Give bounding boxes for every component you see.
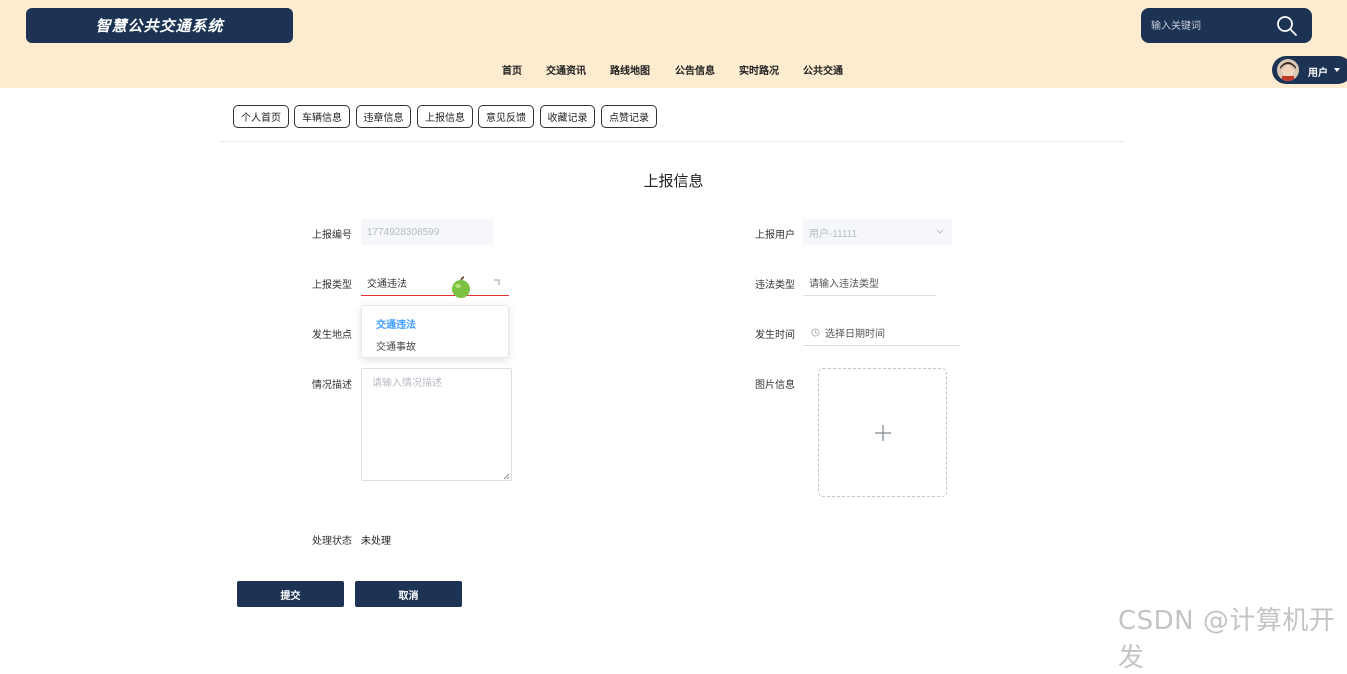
- site-logo-title[interactable]: 智慧公共交通系统: [26, 8, 293, 43]
- tab-report-info[interactable]: 上报信息: [417, 105, 473, 128]
- report-user-label: 上报用户: [755, 230, 795, 241]
- report-type-value: 交通违法: [367, 278, 407, 290]
- submit-button[interactable]: 提交: [237, 581, 344, 607]
- cancel-button[interactable]: 取消: [355, 581, 462, 607]
- clock-icon: [811, 327, 820, 337]
- report-no-field: 1774928308599: [361, 219, 493, 245]
- apple-cursor-icon: [452, 276, 470, 298]
- time-label: 发生时间: [755, 330, 795, 341]
- resize-handle-icon[interactable]: [503, 473, 510, 480]
- location-label: 发生地点: [312, 330, 352, 341]
- violation-type-input[interactable]: 请输入违法类型: [803, 269, 936, 296]
- tab-violation-info[interactable]: 违章信息: [356, 105, 411, 128]
- time-placeholder: 选择日期时间: [825, 328, 885, 340]
- search-box: [1141, 8, 1312, 43]
- report-type-label: 上报类型: [312, 280, 352, 291]
- plus-icon: [875, 425, 891, 441]
- status-value: 未处理: [361, 536, 391, 547]
- tab-likes[interactable]: 点赞记录: [601, 105, 657, 128]
- report-type-dropdown: 交通违法 交通事故: [361, 305, 509, 358]
- report-user-select: 用户-11111: [803, 219, 952, 245]
- report-user-value: 用户-11111: [809, 228, 858, 240]
- header: 智慧公共交通系统 首页 交通资讯 路线地图 公告信息 实时路况 公共交通: [0, 0, 1347, 88]
- nav-item-announcements[interactable]: 公告信息: [675, 62, 715, 77]
- option-traffic-violation[interactable]: 交通违法: [376, 316, 416, 331]
- status-label: 处理状态: [312, 536, 352, 547]
- watermark: CSDN @计算机开发: [1118, 606, 1336, 673]
- tab-feedback[interactable]: 意见反馈: [478, 105, 534, 128]
- violation-type-label: 违法类型: [755, 280, 795, 291]
- image-label: 图片信息: [755, 380, 795, 391]
- option-traffic-accident[interactable]: 交通事故: [376, 338, 416, 353]
- chevron-down-icon: [1334, 68, 1340, 72]
- avatar: [1277, 59, 1299, 81]
- image-uploader[interactable]: [818, 368, 947, 497]
- time-picker[interactable]: 选择日期时间: [803, 319, 960, 346]
- nav-item-live-traffic[interactable]: 实时路况: [739, 62, 779, 77]
- chevron-up-icon: [494, 279, 500, 285]
- user-label: 用户: [1308, 68, 1328, 79]
- desc-label: 情况描述: [312, 380, 352, 391]
- search-input[interactable]: [1151, 16, 1271, 36]
- search-icon[interactable]: [1276, 15, 1298, 37]
- main-nav: 首页 交通资讯 路线地图 公告信息 实时路况 公共交通: [0, 62, 1347, 82]
- tab-favorites[interactable]: 收藏记录: [540, 105, 595, 128]
- report-type-select[interactable]: 交通违法: [361, 269, 509, 296]
- desc-textarea[interactable]: 请输入情况描述: [361, 368, 512, 481]
- user-menu[interactable]: 用户: [1272, 56, 1347, 84]
- nav-item-route-map[interactable]: 路线地图: [610, 62, 650, 77]
- nav-item-traffic-news[interactable]: 交通资讯: [546, 62, 586, 77]
- tab-vehicle-info[interactable]: 车辆信息: [294, 105, 350, 128]
- tab-personal-home[interactable]: 个人首页: [233, 105, 289, 128]
- report-no-label: 上报编号: [312, 230, 352, 241]
- nav-item-public-transit[interactable]: 公共交通: [803, 62, 843, 77]
- chevron-down-icon: [936, 229, 944, 234]
- nav-item-home[interactable]: 首页: [502, 62, 522, 77]
- divider: [220, 141, 1124, 142]
- page-title: 上报信息: [643, 173, 704, 190]
